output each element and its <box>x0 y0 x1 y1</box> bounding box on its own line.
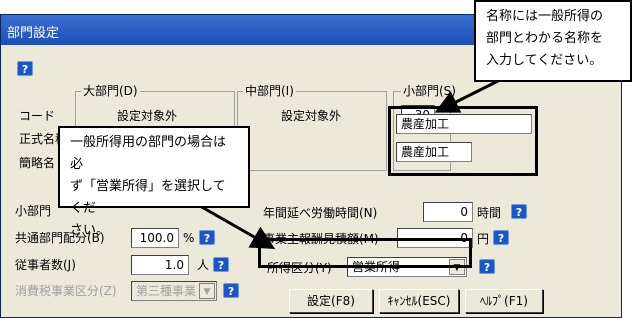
callout-middle-line: ず「営業所得」を選択してくだ <box>70 179 226 216</box>
callout-top-line: 入力してください。 <box>486 53 603 68</box>
arrow-to-name-field <box>434 78 501 113</box>
callout-middle: 一般所得用の部門の場合は必 ず「営業所得」を選択してくだ さい。 <box>58 126 250 238</box>
callout-middle-line: 一般所得用の部門の場合は必 <box>70 135 227 172</box>
callout-top-line: 部門とわかる名称を <box>486 31 604 46</box>
callout-top: 名称には一般所得の 部門とわかる名称を 入力してください。 <box>474 0 632 82</box>
callout-top-line: 名称には一般所得の <box>486 9 604 24</box>
callout-middle-line: さい。 <box>70 223 110 238</box>
